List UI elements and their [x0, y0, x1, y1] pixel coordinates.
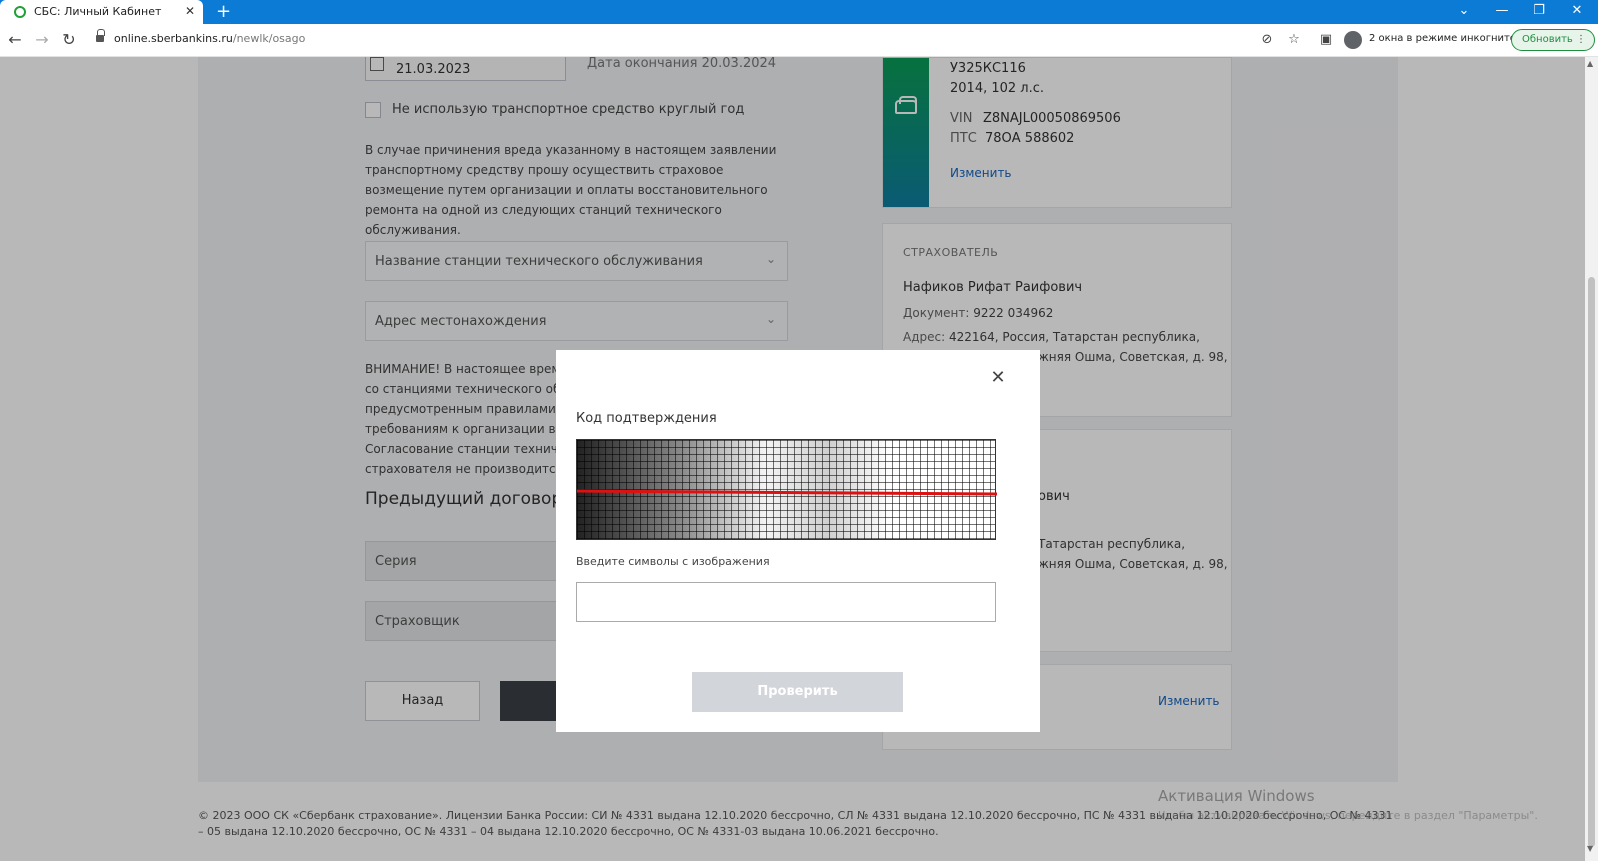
- scroll-thumb[interactable]: [1588, 277, 1595, 847]
- back-arrow-icon[interactable]: ←: [4, 29, 26, 51]
- url-text: online.sberbankins.ru/newlk/osago: [114, 32, 306, 45]
- verify-button[interactable]: Проверить: [692, 672, 903, 712]
- tab-close-icon[interactable]: ✕: [185, 4, 195, 18]
- scroll-up-icon[interactable]: ▲: [1587, 59, 1593, 68]
- browser-tab[interactable]: СБС: Личный Кабинет ✕: [0, 0, 203, 24]
- menu-dots-icon[interactable]: ⋮: [1576, 30, 1586, 50]
- address-bar[interactable]: online.sberbankins.ru/newlk/osago: [88, 28, 1148, 52]
- bookmark-star-icon[interactable]: ☆: [1286, 32, 1302, 48]
- captcha-hint: Введите символы с изображения: [576, 555, 770, 568]
- incognito-indicator[interactable]: 2 окна в режиме инкогнито: [1344, 30, 1516, 50]
- side-panel-icon[interactable]: ▣: [1318, 32, 1334, 48]
- restore-button[interactable]: ❐: [1524, 0, 1554, 24]
- minimize-button[interactable]: —: [1487, 0, 1517, 24]
- lock-icon: [96, 29, 105, 43]
- close-icon[interactable]: ✕: [988, 367, 1008, 388]
- reload-icon[interactable]: ↻: [58, 29, 80, 51]
- page-scrollbar[interactable]: ▲ ▼: [1585, 57, 1598, 861]
- captcha-input[interactable]: [576, 582, 996, 622]
- tab-search-icon[interactable]: ⌄: [1449, 0, 1479, 24]
- captcha-modal: ✕ Код подтверждения Введите символы с из…: [556, 350, 1040, 732]
- browser-titlebar: СБС: Личный Кабинет ✕ + ⌄ — ❐ ✕: [0, 0, 1598, 24]
- new-tab-button[interactable]: +: [216, 0, 231, 24]
- sber-favicon-icon: [14, 6, 26, 18]
- captcha-noise-line: [576, 489, 998, 496]
- browser-toolbar: ← → ↻ online.sberbankins.ru/newlk/osago …: [0, 24, 1598, 57]
- update-button[interactable]: Обновить ⋮: [1511, 29, 1595, 51]
- modal-title: Код подтверждения: [576, 411, 717, 426]
- scroll-down-icon[interactable]: ▼: [1587, 844, 1593, 853]
- tab-title: СБС: Личный Кабинет: [34, 5, 162, 18]
- forward-arrow-icon[interactable]: →: [31, 29, 53, 51]
- tracking-off-icon[interactable]: ⊘: [1259, 32, 1275, 48]
- captcha-image: [576, 439, 998, 540]
- incognito-icon: [1344, 31, 1362, 49]
- close-window-button[interactable]: ✕: [1562, 0, 1592, 24]
